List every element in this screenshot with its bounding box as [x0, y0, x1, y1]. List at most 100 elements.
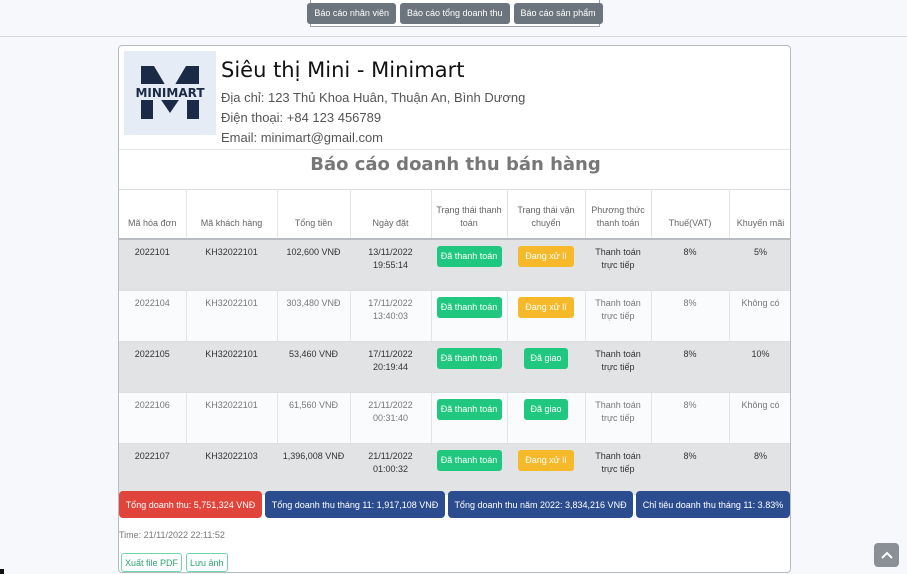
order-date-day: 17/11/2022 [368, 348, 413, 359]
payment-method: Thanh toán trực tiếp [585, 392, 652, 444]
order-date: 17/11/2022 13:40:03 [350, 290, 432, 342]
export-pdf-button[interactable]: Xuất file PDF [121, 553, 183, 572]
store-email: Email: minimart@gmail.com [221, 130, 383, 145]
chevron-up-icon [880, 551, 893, 559]
table-row: 2022105 KH32022101 53,460 VNĐ 17/11/2022… [119, 341, 790, 393]
store-logo: MINIMART [124, 51, 216, 135]
order-date-time: 19:55:14 [372, 260, 409, 270]
order-date: 21/11/2022 01:00:32 [350, 443, 432, 495]
shipping-status-badge: Đã giao [524, 398, 568, 420]
report-title: Báo cáo doanh thu bán hàng [310, 154, 601, 175]
shipping-status-cell: Đã giao [507, 341, 586, 393]
table-row: 2022104 KH32022101 303,480 VNĐ 17/11/202… [119, 290, 790, 342]
revenue-report-button[interactable]: Báo cáo tổng doanh thu [399, 2, 510, 24]
vat: 8% [651, 290, 730, 342]
total-revenue-badge: Tổng doanh thu: 5,751,324 VNĐ [119, 491, 262, 518]
shipping-status-badge: Đang xử lí [518, 449, 574, 471]
payment-method: Thanh toán trực tiếp [585, 341, 652, 393]
customer-id: KH32022101 [186, 392, 278, 444]
table-row: 2022106 KH32022101 61,560 VNĐ 21/11/2022… [119, 392, 790, 444]
total-amount: 303,480 VNĐ [277, 290, 351, 342]
col-customer-id: Mã khách hàng [186, 189, 278, 240]
order-date: 21/11/2022 00:31:40 [350, 392, 432, 444]
shipping-status-badge: Đang xử lí [518, 296, 574, 318]
payment-status-badge: Đã thanh toán [436, 449, 502, 471]
revenue-table: Mã hóa đơn Mã khách hàng Tổng tiền Ngày … [119, 189, 790, 495]
invoice-id: 2022106 [119, 392, 187, 444]
vat: 8% [651, 392, 730, 444]
discount: Không có [729, 290, 790, 342]
year-revenue-badge: Tổng doanh thu năm 2022: 3,834,216 VNĐ [448, 491, 633, 518]
store-phone: Điện thoại: +84 123 456789 [221, 110, 382, 125]
customer-id: KH32022103 [186, 443, 278, 495]
order-date-time: 01:00:32 [372, 463, 409, 474]
report-nav: Báo cáo nhân viên Báo cáo tổng doanh thu… [307, 0, 603, 27]
header-divider [0, 36, 907, 37]
order-date-time: 20:19:44 [372, 361, 409, 372]
report-card: MINIMART Siêu thị Mini - Minimart Địa ch… [118, 45, 791, 573]
discount: Không có [729, 392, 790, 444]
payment-method: Thanh toán trực tiếp [585, 239, 652, 291]
payment-status-cell: Đã thanh toán [431, 341, 508, 393]
minimart-logo-icon: MINIMART [134, 66, 206, 119]
invoice-id: 2022105 [119, 341, 187, 393]
payment-status-cell: Đã thanh toán [431, 290, 508, 342]
invoice-id: 2022101 [119, 239, 187, 291]
col-shipping-status: Trạng thái vận chuyển [507, 189, 586, 240]
vat: 8% [651, 341, 730, 393]
col-invoice-id: Mã hóa đơn [119, 189, 187, 240]
total-amount: 61,560 VNĐ [277, 392, 351, 444]
payment-status-badge: Đã thanh toán [436, 296, 502, 318]
order-date-time: 00:31:40 [372, 412, 409, 423]
order-date-day: 21/11/2022 [368, 450, 413, 461]
discount: 5% [729, 239, 790, 291]
title-divider [119, 149, 790, 150]
payment-status-cell: Đã thanh toán [431, 392, 508, 444]
order-date-time: 13:40:03 [372, 310, 409, 321]
total-amount: 53,460 VNĐ [277, 341, 351, 393]
col-discount: Khuyến mãi [729, 189, 790, 240]
discount: 8% [729, 443, 790, 495]
payment-method: Thanh toán trực tiếp [585, 290, 652, 342]
product-report-button[interactable]: Báo cáo sản phẩm [513, 2, 603, 24]
month-revenue-badge: Tổng doanh thu tháng 11: 1,917,108 VNĐ [265, 491, 445, 518]
total-amount: 102,600 VNĐ [277, 239, 351, 291]
shipping-status-cell: Đang xử lí [507, 443, 586, 495]
customer-id: KH32022101 [186, 290, 278, 342]
col-total: Tổng tiền [277, 189, 351, 240]
customer-id: KH32022101 [186, 239, 278, 291]
order-date-day: 17/11/2022 [368, 297, 413, 308]
store-address: Địa chỉ: 123 Thủ Khoa Huân, Thuận An, Bì… [221, 90, 526, 105]
table-row: 2022107 KH32022103 1,396,008 VNĐ 21/11/2… [119, 443, 790, 495]
payment-method: Thanh toán trực tiếp [585, 443, 652, 495]
payment-status-badge: Đã thanh toán [436, 246, 502, 267]
col-vat: Thuế(VAT) [651, 189, 730, 240]
vat: 8% [651, 239, 730, 291]
shipping-status-badge: Đã giao [524, 347, 568, 369]
order-date-day: 21/11/2022 [368, 399, 413, 410]
shipping-status-cell: Đã giao [507, 392, 586, 444]
payment-status-cell: Đã thanh toán [431, 239, 508, 291]
payment-status-cell: Đã thanh toán [431, 443, 508, 495]
report-timestamp: Time: 21/11/2022 22:11:52 [119, 530, 225, 540]
save-image-button[interactable]: Lưu ảnh [186, 553, 228, 572]
corner-mark [0, 569, 4, 574]
shipping-status-cell: Đang xử lí [507, 290, 586, 342]
invoice-id: 2022107 [119, 443, 187, 495]
employee-report-button[interactable]: Báo cáo nhân viên [307, 2, 396, 24]
shipping-status-badge: Đang xử lí [518, 246, 574, 267]
order-date: 17/11/2022 20:19:44 [350, 341, 432, 393]
payment-status-badge: Đã thanh toán [436, 398, 502, 420]
customer-id: KH32022101 [186, 341, 278, 393]
scroll-to-top-button[interactable] [874, 543, 899, 567]
discount: 10% [729, 341, 790, 393]
table-header-row: Mã hóa đơn Mã khách hàng Tổng tiền Ngày … [119, 189, 790, 240]
table-row: 2022101 KH32022101 102,600 VNĐ 13/11/202… [119, 239, 790, 291]
total-amount: 1,396,008 VNĐ [277, 443, 351, 495]
shipping-status-cell: Đang xử lí [507, 239, 586, 291]
vat: 8% [651, 443, 730, 495]
col-payment-method: Phương thức thanh toán [585, 189, 652, 240]
col-payment-status: Trạng thái thanh toán [431, 189, 508, 240]
store-name: Siêu thị Mini - Minimart [221, 58, 465, 82]
monthly-target-badge: Chỉ tiêu doanh thu tháng 11: 3.83% [636, 491, 790, 518]
